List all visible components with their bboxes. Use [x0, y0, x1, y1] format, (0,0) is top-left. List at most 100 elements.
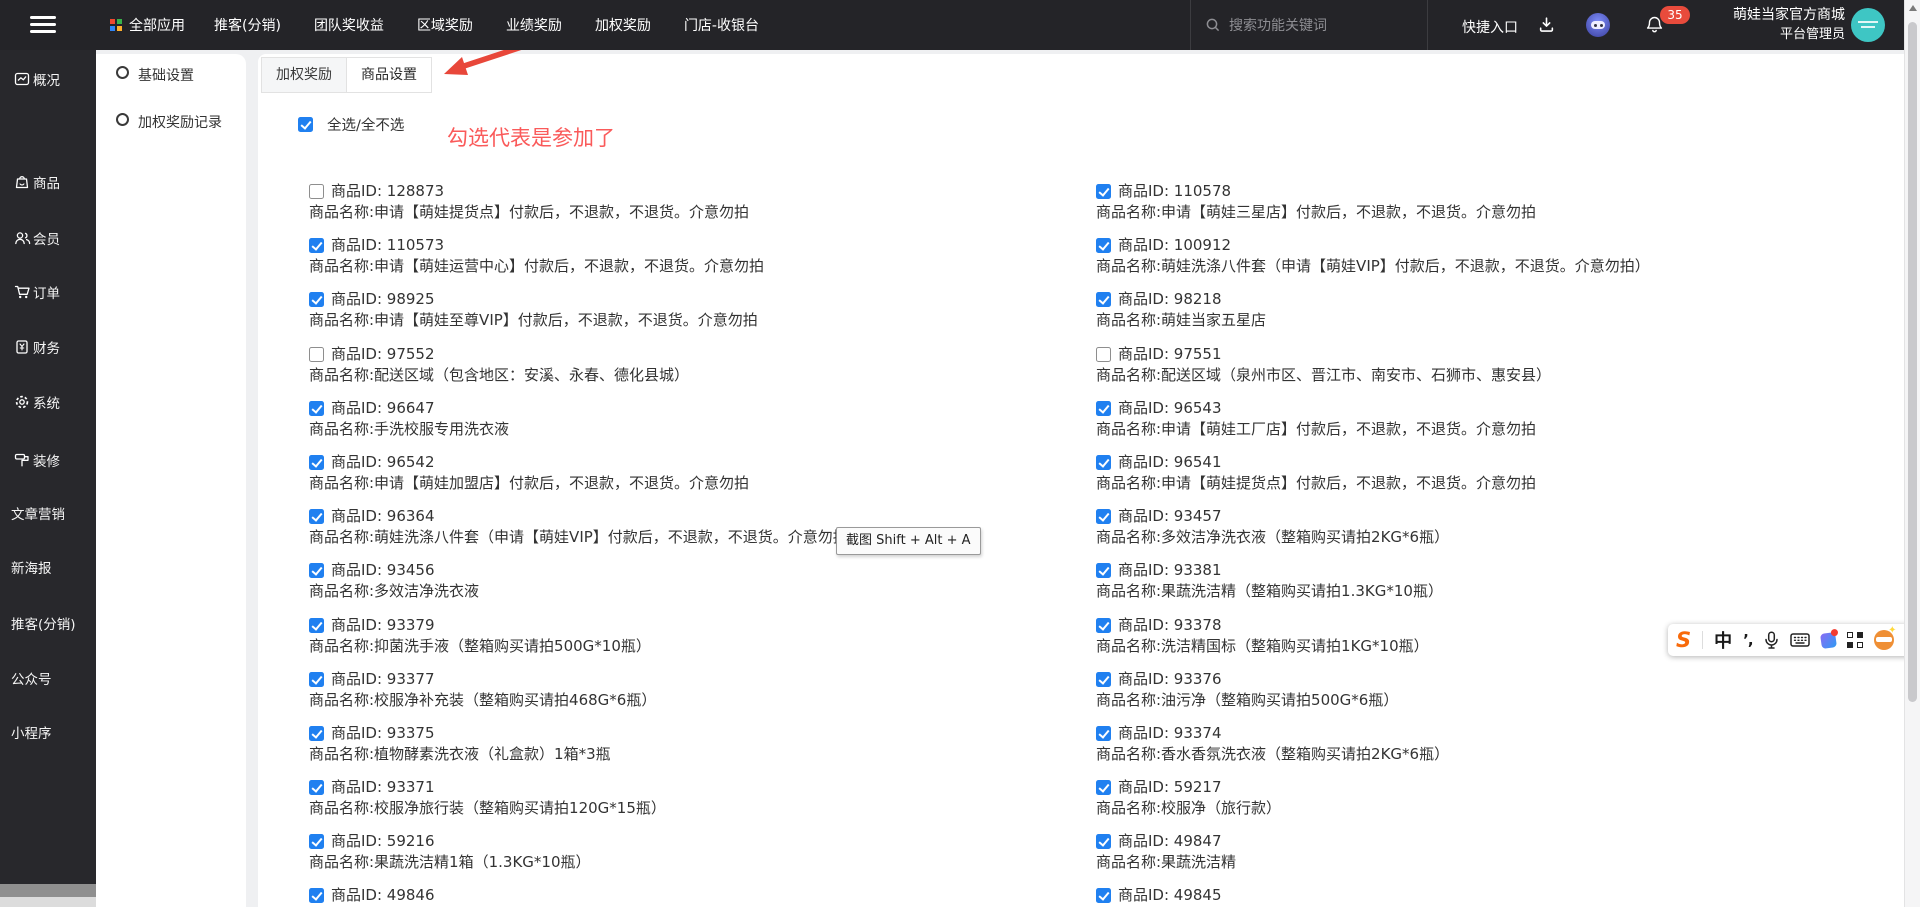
product-id-row: 商品ID: 93376	[1096, 669, 1876, 690]
product-checkbox[interactable]	[309, 401, 324, 416]
vertical-scrollbar-thumb[interactable]	[1908, 22, 1917, 702]
product-item: 商品ID: 93456 商品名称:多效洁净洗衣液	[309, 560, 1089, 602]
top-nav: 推客(分销) 团队奖收益 区域奖励 业绩奖励 加权奖励 门店-收银台	[214, 0, 759, 50]
product-checkbox[interactable]	[309, 347, 324, 362]
product-id-row: 商品ID: 98925	[309, 289, 1089, 310]
product-id-row: 商品ID: 93375	[309, 723, 1089, 744]
product-checkbox[interactable]	[1096, 292, 1111, 307]
product-name: 商品名称:校服净补充装（整箱购买请拍468G*6瓶）	[309, 690, 1089, 711]
quick-entry-button[interactable]: 快捷入口	[1462, 17, 1518, 37]
product-checkbox[interactable]	[309, 563, 324, 578]
radio-icon[interactable]	[116, 66, 129, 79]
hamburger-menu-icon[interactable]	[30, 16, 56, 34]
select-all-checkbox[interactable]	[298, 117, 313, 132]
product-checkbox[interactable]	[309, 780, 324, 795]
product-checkbox[interactable]	[309, 184, 324, 199]
microphone-icon[interactable]	[1764, 631, 1779, 649]
product-checkbox[interactable]	[1096, 888, 1111, 903]
product-id: 商品ID: 100912	[1118, 236, 1231, 254]
product-checkbox[interactable]	[1096, 184, 1111, 199]
top-nav-item[interactable]: 加权奖励	[595, 15, 651, 35]
product-checkbox[interactable]	[309, 509, 324, 524]
sidebar-item-overview[interactable]: 概况	[0, 69, 96, 89]
top-bar: 全部应用 推客(分销) 团队奖收益 区域奖励 业绩奖励 加权奖励 门店-收银台 搜索功能关…	[0, 0, 1920, 50]
download-icon[interactable]	[1538, 16, 1555, 37]
product-checkbox[interactable]	[1096, 401, 1111, 416]
product-id: 商品ID: 49847	[1118, 832, 1222, 850]
product-checkbox[interactable]	[309, 618, 324, 633]
product-id-row: 商品ID: 49846	[309, 885, 1089, 906]
product-id: 商品ID: 96364	[331, 507, 435, 525]
sidebar-item-system[interactable]: 系统	[0, 392, 96, 412]
top-nav-item[interactable]: 业绩奖励	[506, 15, 562, 35]
sidebar-item-decorate[interactable]: 装修	[0, 450, 96, 470]
product-checkbox[interactable]	[309, 292, 324, 307]
top-nav-item[interactable]: 团队奖收益	[314, 15, 384, 35]
product-name: 商品名称:香水香氛洗衣液（整箱购买请拍2KG*6瓶）	[1096, 744, 1876, 765]
submenu-item-weighted-reward-records[interactable]: 加权奖励记录	[96, 110, 246, 132]
product-id: 商品ID: 59217	[1118, 778, 1222, 796]
left-sidebar: 概况 商品 会员 订单 财务 系统 装修 文章营销 新海报 推客(分销) 公众号	[0, 50, 96, 884]
product-checkbox[interactable]	[1096, 834, 1111, 849]
tab-goods-settings[interactable]: 商品设置	[346, 57, 432, 93]
product-checkbox[interactable]	[1096, 509, 1111, 524]
punctuation-icon[interactable]: ’,	[1743, 631, 1752, 649]
scrollbar-up-arrow[interactable]	[1909, 5, 1917, 11]
sidebar-item-new-poster[interactable]: 新海报	[0, 557, 96, 577]
top-nav-item[interactable]: 推客(分销)	[214, 15, 281, 35]
assistant-robot-icon[interactable]	[1586, 13, 1610, 37]
product-checkbox[interactable]	[1096, 563, 1111, 578]
product-id-row: 商品ID: 98218	[1096, 289, 1876, 310]
chinese-mode-icon[interactable]: 中	[1714, 627, 1732, 653]
product-checkbox[interactable]	[309, 672, 324, 687]
emoji-face-icon[interactable]: ✦	[1874, 630, 1894, 650]
product-checkbox[interactable]	[1096, 672, 1111, 687]
skin-icon[interactable]	[1820, 632, 1837, 649]
product-name: 商品名称:手洗校服专用洗衣液	[309, 419, 1089, 440]
sidebar-item-goods[interactable]: 商品	[0, 172, 96, 192]
submenu-item-basic-settings[interactable]: 基础设置	[96, 63, 246, 85]
product-checkbox[interactable]	[309, 238, 324, 253]
product-id: 商品ID: 93381	[1118, 561, 1222, 579]
top-nav-item[interactable]: 门店-收银台	[684, 15, 759, 35]
tab-weighted-reward[interactable]: 加权奖励	[261, 57, 347, 93]
product-id-row: 商品ID: 49845	[1096, 885, 1876, 906]
product-item: 商品ID: 93379 商品名称:抑菌洗手液（整箱购买请拍500G*10瓶）	[309, 615, 1089, 657]
product-checkbox[interactable]	[1096, 726, 1111, 741]
sogou-logo-icon[interactable]: S	[1676, 625, 1691, 655]
finance-icon	[14, 339, 30, 355]
product-item: 商品ID: 100912 商品名称:萌娃洗涤八件套（申请【萌娃VIP】付款后，不…	[1096, 235, 1876, 277]
product-checkbox[interactable]	[1096, 618, 1111, 633]
avatar[interactable]	[1851, 8, 1885, 42]
select-all-label: 全选/全不选	[327, 114, 404, 135]
product-id: 商品ID: 96542	[331, 453, 435, 471]
ime-toolbar: S 中 ’, ✦	[1668, 624, 1914, 656]
sidebar-item-official-account[interactable]: 公众号	[0, 668, 96, 688]
horizontal-scrollbar-thumb[interactable]	[0, 884, 96, 897]
product-item: 商品ID: 93374 商品名称:香水香氛洗衣液（整箱购买请拍2KG*6瓶）	[1096, 723, 1876, 765]
product-checkbox[interactable]	[309, 834, 324, 849]
radio-icon[interactable]	[116, 113, 129, 126]
product-id-row: 商品ID: 97552	[309, 344, 1089, 365]
product-checkbox[interactable]	[1096, 780, 1111, 795]
sidebar-item-orders[interactable]: 订单	[0, 282, 96, 302]
screenshot-hotkey-tooltip: 截图 Shift + Alt + A	[836, 527, 981, 555]
product-checkbox[interactable]	[1096, 347, 1111, 362]
product-id: 商品ID: 49845	[1118, 886, 1222, 904]
sidebar-item-article-marketing[interactable]: 文章营销	[0, 503, 96, 523]
sidebar-item-mini-program[interactable]: 小程序	[0, 722, 96, 742]
product-checkbox[interactable]	[309, 888, 324, 903]
mini-grid-icon[interactable]	[1847, 632, 1863, 648]
sidebar-item-members[interactable]: 会员	[0, 228, 96, 248]
sidebar-item-finance[interactable]: 财务	[0, 337, 96, 357]
keyboard-icon[interactable]	[1790, 632, 1810, 648]
sidebar-item-distribution[interactable]: 推客(分销)	[0, 613, 96, 633]
top-nav-item[interactable]: 区域奖励	[417, 15, 473, 35]
product-checkbox[interactable]	[309, 726, 324, 741]
all-apps-button[interactable]: 全部应用	[110, 0, 185, 50]
search-input[interactable]: 搜索功能关键词	[1190, 0, 1428, 50]
goods-icon	[14, 174, 30, 190]
product-checkbox[interactable]	[1096, 455, 1111, 470]
product-checkbox[interactable]	[309, 455, 324, 470]
product-checkbox[interactable]	[1096, 238, 1111, 253]
